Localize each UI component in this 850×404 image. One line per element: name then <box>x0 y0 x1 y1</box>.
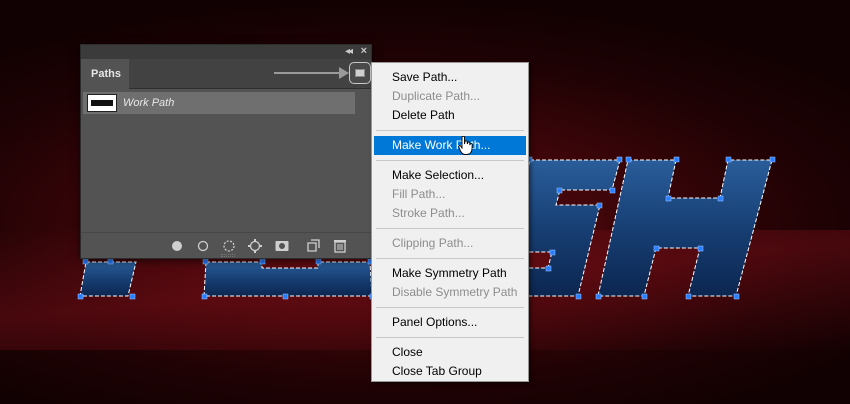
menu-item-save-path[interactable]: Save Path... <box>374 68 526 87</box>
annotation-arrow-line <box>274 72 344 74</box>
menu-separator <box>376 130 524 131</box>
menu-item-close[interactable]: Close <box>374 343 526 362</box>
menu-item-close-tab-group[interactable]: Close Tab Group <box>374 362 526 381</box>
panel-resize-grip[interactable] <box>221 254 235 257</box>
path-name-label: Work Path <box>123 97 175 109</box>
menu-item-delete-path[interactable]: Delete Path <box>374 106 526 125</box>
letter-left <box>79 261 137 297</box>
menu-item-stroke-path[interactable]: Stroke Path... <box>374 204 526 223</box>
menu-item-make-work-path[interactable]: Make Work Path... <box>374 136 526 155</box>
menu-item-panel-options[interactable]: Panel Options... <box>374 313 526 332</box>
new-path-icon[interactable] <box>305 238 321 254</box>
panel-collapse-icon[interactable]: ◂◂ <box>345 46 353 58</box>
path-thumbnail <box>87 94 117 112</box>
menu-separator <box>376 228 524 229</box>
annotation-arrow-head-icon <box>339 67 349 79</box>
menu-item-duplicate-path[interactable]: Duplicate Path... <box>374 87 526 106</box>
menu-separator <box>376 337 524 338</box>
panel-titlebar: ◂◂ × <box>81 45 371 59</box>
panel-close-icon[interactable]: × <box>361 45 367 58</box>
panel-tab-bar: Paths <box>81 59 371 90</box>
pointer-hand-cursor-icon <box>458 136 473 155</box>
stroke-path-icon[interactable] <box>195 238 211 254</box>
load-selection-icon[interactable] <box>221 238 237 254</box>
make-work-path-icon[interactable] <box>247 238 263 254</box>
panel-menu-icon[interactable] <box>349 62 371 84</box>
path-list-item[interactable]: Work Path <box>83 92 355 114</box>
letter-e-bottom <box>203 261 373 297</box>
trash-icon[interactable] <box>332 238 348 254</box>
fill-path-icon[interactable] <box>169 238 185 254</box>
menu-separator <box>376 160 524 161</box>
menu-item-make-symmetry-path[interactable]: Make Symmetry Path <box>374 264 526 283</box>
panel-footer <box>81 232 371 258</box>
menu-item-clipping-path[interactable]: Clipping Path... <box>374 234 526 253</box>
menu-item-disable-symmetry-path[interactable]: Disable Symmetry Path <box>374 283 526 302</box>
paths-panel-flyout-menu: Save Path... Duplicate Path... Delete Pa… <box>371 62 529 382</box>
tab-paths[interactable]: Paths <box>81 59 129 90</box>
menu-separator <box>376 258 524 259</box>
menu-item-fill-path[interactable]: Fill Path... <box>374 185 526 204</box>
letter-h <box>597 159 773 297</box>
paths-panel: ◂◂ × Paths Work Path <box>80 44 372 259</box>
menu-item-make-selection[interactable]: Make Selection... <box>374 166 526 185</box>
menu-separator <box>376 307 524 308</box>
add-mask-icon[interactable] <box>274 238 290 254</box>
